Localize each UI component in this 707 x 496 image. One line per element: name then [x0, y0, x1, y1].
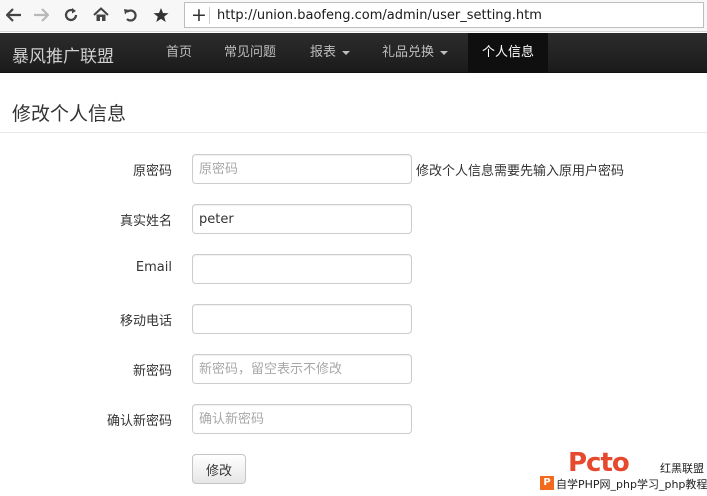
nav-gift-exchange[interactable]: 礼品兑换	[382, 33, 449, 73]
reload-icon[interactable]	[59, 4, 83, 26]
nav-reports[interactable]: 报表	[310, 33, 351, 73]
address-divider	[209, 7, 210, 24]
new-password-input[interactable]	[192, 354, 412, 384]
nav-gift-label: 礼品兑换	[382, 45, 435, 60]
home-icon[interactable]	[89, 4, 113, 26]
submit-button[interactable]: 修改	[192, 454, 246, 484]
watermark-strip: P 自学PHP网_php学习_php教程	[538, 474, 707, 493]
top-navbar: 暴风推广联盟 首页 常见问题 报表 礼品兑换 个人信息	[0, 33, 707, 73]
nav-home-label: 首页	[166, 45, 193, 60]
address-url[interactable]: http://union.baofeng.com/admin/user_sett…	[217, 8, 542, 23]
undo-icon[interactable]	[119, 4, 143, 26]
email-label: Email	[135, 260, 172, 275]
nav-personal-info[interactable]: 个人信息	[468, 33, 549, 73]
old-password-label: 原密码	[132, 164, 172, 179]
star-icon[interactable]	[149, 4, 173, 26]
chevron-down-icon	[342, 50, 351, 55]
forward-icon[interactable]	[29, 4, 53, 26]
browser-toolbar: + http://union.baofeng.com/admin/user_se…	[0, 0, 707, 32]
nav-faq[interactable]: 常见问题	[224, 33, 276, 73]
nav-personal-label: 个人信息	[482, 45, 535, 60]
nav-faq-label: 常见问题	[224, 45, 277, 60]
real-name-label: 真实姓名	[119, 214, 172, 229]
nav-home[interactable]: 首页	[166, 33, 192, 73]
watermark-caption: 自学PHP网_php学习_php教程	[556, 478, 707, 491]
real-name-input[interactable]	[192, 204, 412, 234]
nav-reports-label: 报表	[310, 45, 337, 60]
brand-logo[interactable]: 暴风推广联盟	[12, 42, 114, 67]
title-divider	[0, 132, 707, 133]
address-bar[interactable]: + http://union.baofeng.com/admin/user_se…	[184, 2, 704, 28]
email-field[interactable]	[192, 254, 412, 284]
confirm-password-input[interactable]	[192, 404, 412, 434]
page-title: 修改个人信息	[12, 103, 127, 125]
confirm-password-label: 确认新密码	[106, 414, 172, 429]
chevron-down-icon	[440, 50, 449, 55]
back-icon[interactable]	[2, 4, 26, 26]
watermark: Pcto 红黑联盟 P 自学PHP网_php学习_php教程	[538, 446, 707, 496]
new-password-label: 新密码	[132, 364, 172, 379]
new-tab-plus-icon[interactable]: +	[191, 6, 207, 25]
mobile-label: 移动电话	[119, 314, 172, 329]
old-password-input[interactable]	[192, 154, 412, 184]
watermark-logo-icon: P	[540, 476, 554, 490]
old-password-help: 修改个人信息需要先输入原用户密码	[416, 164, 625, 179]
mobile-field[interactable]	[192, 304, 412, 334]
